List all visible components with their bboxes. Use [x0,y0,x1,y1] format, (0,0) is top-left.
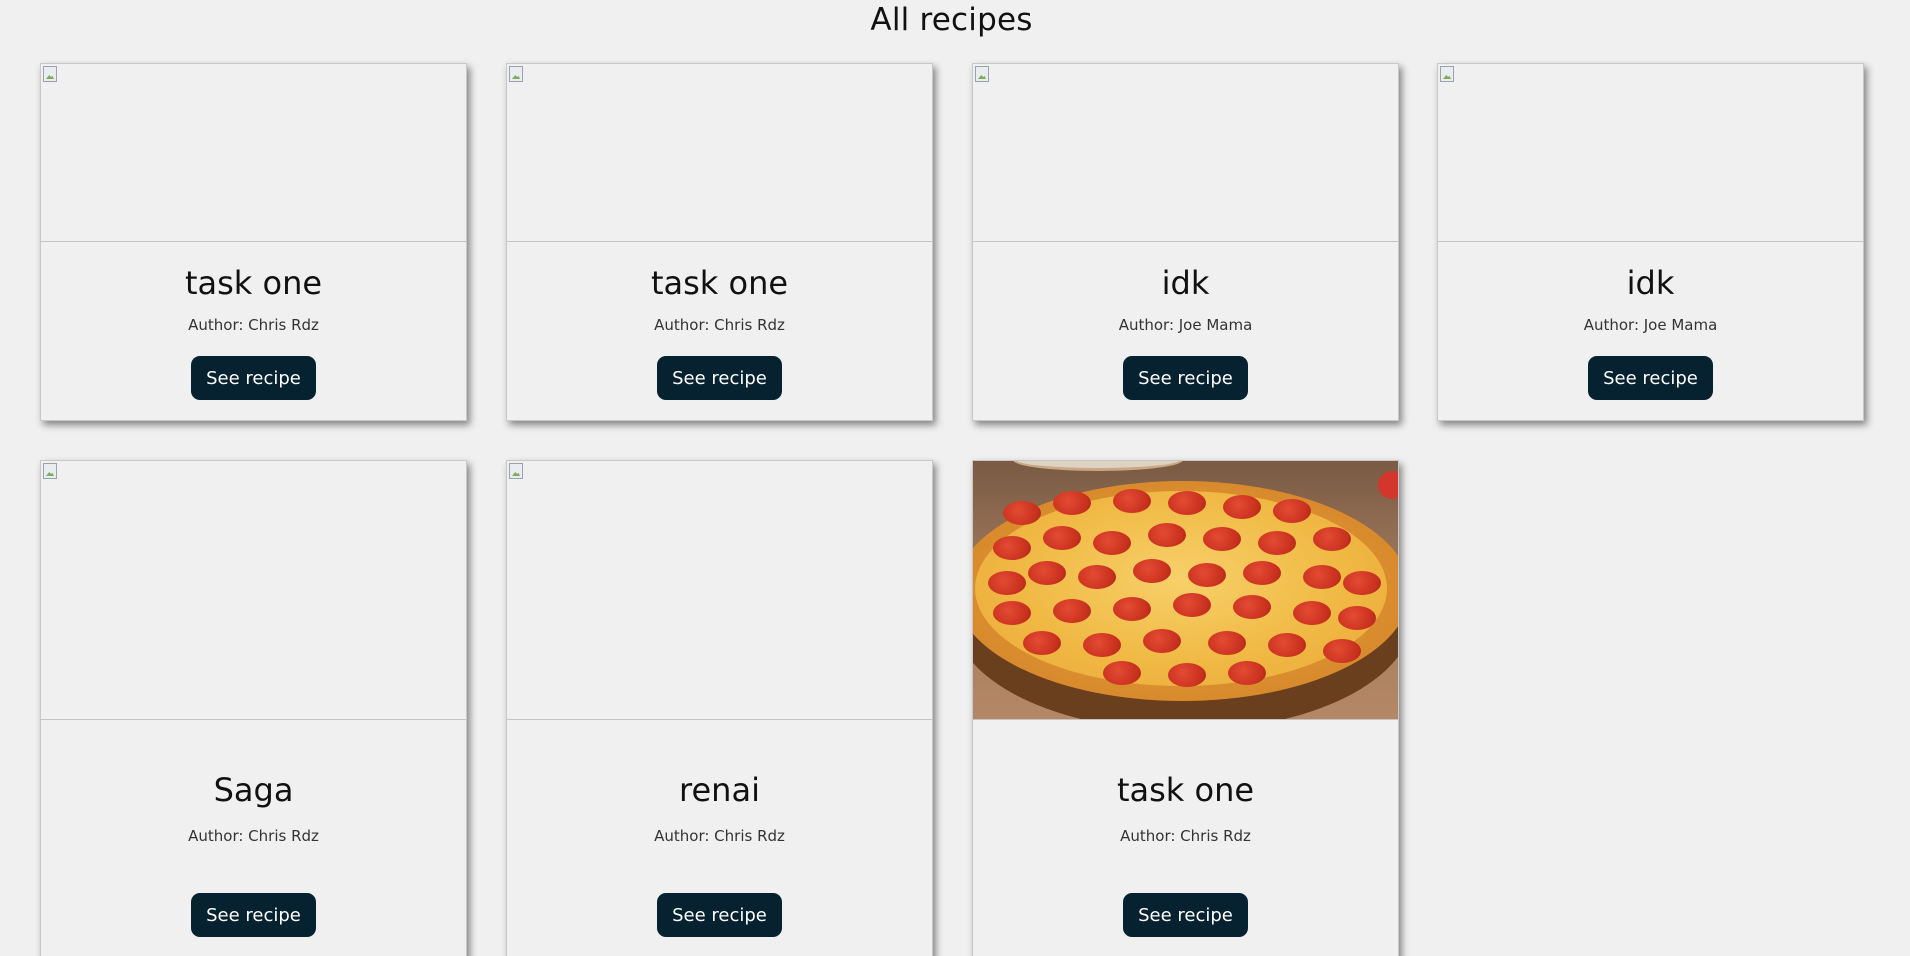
see-recipe-button[interactable]: See recipe [191,893,316,937]
recipe-title: renai [679,771,760,809]
recipe-title: task one [650,264,789,302]
recipe-image [41,64,466,242]
recipe-image [1438,64,1863,242]
see-recipe-button[interactable]: See recipe [1588,356,1713,400]
recipe-card: task one Author: Chris Rdz See recipe [972,460,1399,956]
recipe-image [973,64,1398,242]
broken-image-icon [43,463,57,479]
see-recipe-button[interactable]: See recipe [657,893,782,937]
recipes-page: All recipes task one Author: Chris Rdz S… [0,0,1910,956]
recipe-card: idk Author: Joe Mama See recipe [972,63,1399,421]
page-title: All recipes [870,2,1033,38]
recipe-card: idk Author: Joe Mama See recipe [1437,63,1864,421]
recipe-card: task one Author: Chris Rdz See recipe [506,63,933,421]
logo-badge-icon [1378,471,1398,499]
recipe-title: idk [1161,264,1210,302]
recipe-image [507,461,932,720]
recipe-card: renai Author: Chris Rdz See recipe [506,460,933,956]
recipe-author: Author: Chris Rdz [188,827,319,845]
recipe-image [41,461,466,720]
recipe-title: task one [184,264,323,302]
recipe-author: Author: Chris Rdz [654,827,785,845]
broken-image-icon [975,66,989,82]
recipe-title: task one [1116,771,1255,809]
see-recipe-button[interactable]: See recipe [1123,893,1248,937]
pepperoni-pizza-photo [973,461,1398,720]
recipe-card: Saga Author: Chris Rdz See recipe [40,460,467,956]
recipe-author: Author: Chris Rdz [1120,827,1251,845]
see-recipe-button[interactable]: See recipe [191,356,316,400]
recipe-title: idk [1626,264,1675,302]
recipe-author: Author: Joe Mama [1118,316,1253,334]
see-recipe-button[interactable]: See recipe [657,356,782,400]
see-recipe-button[interactable]: See recipe [1123,356,1248,400]
broken-image-icon [509,66,523,82]
recipe-author: Author: Chris Rdz [654,316,785,334]
broken-image-icon [43,66,57,82]
recipe-author: Author: Chris Rdz [188,316,319,334]
broken-image-icon [509,463,523,479]
recipe-title: Saga [213,771,294,809]
recipe-author: Author: Joe Mama [1583,316,1718,334]
recipe-card: task one Author: Chris Rdz See recipe [40,63,467,421]
recipe-image [507,64,932,242]
broken-image-icon [1440,66,1454,82]
